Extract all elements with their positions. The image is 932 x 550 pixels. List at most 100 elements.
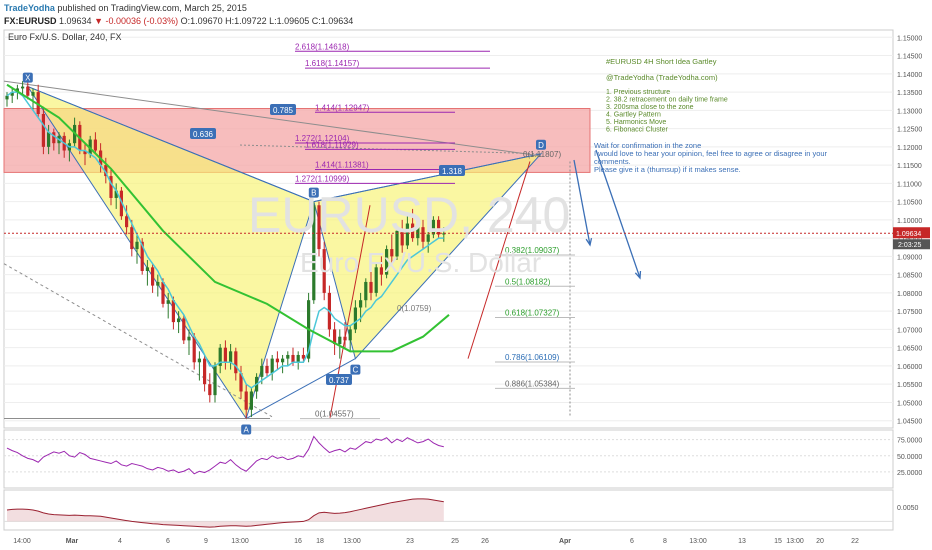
candle-body: [52, 132, 56, 144]
candle-body: [229, 351, 233, 363]
candle-body: [156, 281, 160, 286]
note-list-item: 1. Previous structure: [606, 89, 670, 96]
x-tick-label: 16: [294, 538, 302, 545]
candle-body: [234, 351, 238, 374]
candle-body: [301, 354, 305, 359]
candle-body: [21, 86, 25, 89]
fib-extension-label: 1.272(1.10999): [295, 174, 350, 183]
candle-body: [130, 227, 134, 250]
note-list-item: 6. Fibonacci Cluster: [606, 127, 669, 134]
candle-body: [135, 241, 139, 250]
x-tick-label: 25: [451, 538, 459, 545]
y-tick-label: 1.10500: [897, 200, 922, 207]
fib-retracement-label: 0.786(1.06109): [505, 353, 560, 362]
x-tick-label: 13:00: [343, 538, 361, 545]
watermark-name: Euro Fx/U.S. Dollar: [300, 247, 541, 278]
candle-body: [338, 336, 342, 345]
oscillator-1-tick: 25.0000: [897, 470, 922, 477]
oscillator-1-tick: 50.0000: [897, 454, 922, 461]
candle-body: [187, 336, 191, 341]
candle-body: [47, 132, 51, 147]
y-tick-label: 1.13000: [897, 108, 922, 115]
y-tick-label: 1.04500: [897, 419, 922, 426]
pattern-point-label: X: [25, 74, 31, 83]
candle-body: [270, 358, 274, 374]
candle-body: [203, 358, 207, 385]
c-level-label: 0(1.0759): [397, 304, 432, 313]
candle-body: [171, 300, 175, 323]
ratio-label: 0.636: [193, 130, 214, 139]
candle-body: [281, 358, 285, 363]
fib-extension-label: 1.414(1.11381): [315, 160, 369, 169]
x-tick-label: 18: [316, 538, 324, 545]
y-tick-label: 1.06000: [897, 364, 922, 371]
oscillator-1-pane: [3, 429, 894, 489]
candle-body: [244, 391, 248, 410]
chart-canvas[interactable]: 2.618(1.14618) 1.618(1.14157) 1.414(1.1294…: [0, 0, 932, 550]
note-confirm-line: Please give it a (thumsup) if it makes s…: [594, 165, 741, 174]
candle-body: [31, 92, 35, 96]
pattern-point-label: D: [538, 141, 544, 150]
oscillator-2-tick: 0.0050: [897, 505, 919, 512]
y-tick-label: 1.12500: [897, 127, 922, 134]
y-tick-label: 1.11000: [897, 181, 922, 188]
d-level-label: 0(1.11807): [523, 150, 561, 159]
fib-extension-label: 2.618(1.14618): [295, 42, 350, 51]
fib-extension-label: 1.618(1.11929): [305, 140, 359, 149]
last-price-label: 1.09634: [896, 231, 921, 238]
candle-body: [41, 113, 45, 147]
ratio-label: 1.318: [442, 167, 463, 176]
candle-body: [182, 318, 186, 341]
candle-body: [197, 358, 201, 363]
y-tick-label: 1.08000: [897, 291, 922, 298]
candle-body: [26, 86, 30, 96]
candle-body: [265, 365, 269, 374]
x-tick-label: 13:00: [786, 538, 804, 545]
fib-extension-label: 1.414(1.12947): [315, 103, 370, 112]
y-tick-label: 1.05500: [897, 382, 922, 389]
candle-body: [291, 354, 295, 363]
note-title: #EURUSD 4H Short Idea Gartley: [606, 57, 717, 66]
fib-retracement-label: 0(1.04557): [315, 410, 354, 419]
x-tick-label: 26: [481, 538, 489, 545]
candle-body: [125, 216, 129, 228]
note-list-item: 3. 200sma close to the zone: [606, 104, 694, 111]
candle-body: [177, 318, 181, 323]
fib-extension-label: 1.618(1.14157): [305, 59, 360, 68]
y-tick-label: 1.06500: [897, 346, 922, 353]
x-tick-label: 14:00: [13, 538, 31, 545]
candle-body: [213, 365, 217, 396]
watermark-symbol: EURUSD, 240: [248, 187, 570, 243]
x-tick-label: 15: [774, 538, 782, 545]
candle-body: [192, 336, 196, 363]
candle-body: [223, 347, 227, 363]
x-tick-label: Apr: [559, 538, 571, 545]
candle-body: [161, 281, 165, 304]
fib-retracement-label: 0.618(1.07327): [505, 308, 560, 317]
x-tick-label: Mar: [66, 538, 79, 545]
x-tick-label: 20: [816, 538, 824, 545]
y-tick-label: 1.10000: [897, 218, 922, 225]
candle-body: [343, 336, 347, 341]
candle-body: [296, 354, 300, 363]
note-list-item: 4. Gartley Pattern: [606, 112, 661, 119]
candle-body: [5, 95, 9, 100]
candle-body: [364, 281, 368, 301]
note-list-item: 2. 38.2 retracement on daily time frame: [606, 97, 728, 104]
note-list-item: 5. Harmonics Move: [606, 119, 666, 126]
note-handle: @TradeYodha (TradeYodha.com): [606, 73, 718, 82]
x-tick-label: 6: [166, 538, 170, 545]
candle-body: [93, 139, 97, 151]
candle-body: [348, 329, 352, 341]
oscillator-1-tick: 75.0000: [897, 438, 922, 445]
candle-body: [249, 391, 253, 410]
candle-body: [145, 267, 149, 271]
y-tick-label: 1.07000: [897, 327, 922, 334]
countdown-label: 2:03:25: [898, 242, 921, 249]
y-tick-label: 1.07500: [897, 309, 922, 316]
ratio-label: 0.785: [273, 106, 294, 115]
pattern-point-label: A: [244, 426, 250, 435]
y-tick-label: 1.09000: [897, 254, 922, 261]
x-tick-label: 13: [738, 538, 746, 545]
y-tick-label: 1.14000: [897, 72, 922, 79]
